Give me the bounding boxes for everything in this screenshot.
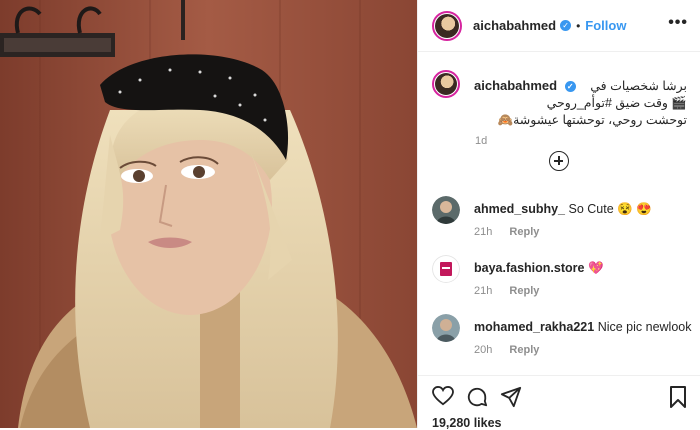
comment-body: mohamed_rakha221 Nice pic newlook (474, 320, 691, 334)
author-avatar[interactable] (432, 10, 462, 41)
comment-time: 21h (474, 226, 493, 238)
commenter-avatar[interactable] (432, 196, 460, 224)
follow-button[interactable]: Follow (585, 18, 626, 33)
caption-line-3: توحشت روحي، توحشتها عيشوشة🙈 (497, 113, 688, 127)
more-options-icon[interactable]: ••• (668, 14, 688, 32)
selfie-image (0, 0, 417, 428)
header-separator: • (576, 18, 581, 33)
post-sidebar: aichabahmed ✓ • Follow ••• aichabahmed ✓… (417, 0, 700, 430)
caption-line-1: برشا شخصيات في (590, 79, 687, 93)
load-more-plus-icon[interactable] (549, 151, 569, 171)
comment-body: ahmed_subhy_ So Cute 😵 😍 (474, 202, 652, 217)
comment-username[interactable]: baya.fashion.store (474, 261, 584, 275)
comment-meta: 21h Reply (474, 285, 553, 297)
comment-text: So Cute 😵 😍 (568, 202, 652, 216)
comment-meta: 21h Reply (474, 226, 553, 238)
verified-badge-icon: ✓ (560, 20, 572, 31)
comment-username[interactable]: ahmed_subhy_ (474, 202, 565, 216)
comment-body: baya.fashion.store 💖 (474, 261, 604, 276)
reply-button[interactable]: Reply (509, 226, 539, 238)
reply-button[interactable]: Reply (509, 285, 539, 297)
comment-time: 21h (474, 285, 493, 297)
comment-text: Nice pic newlook (597, 320, 692, 334)
caption-line-2: 🎬 وقت ضيق #توأم_روحي (546, 96, 687, 110)
author-username[interactable]: aichabahmed (473, 18, 556, 33)
caption-avatar[interactable] (432, 70, 460, 98)
heart-icon[interactable] (432, 385, 454, 411)
reply-button[interactable]: Reply (509, 344, 539, 356)
post-time: 1d (475, 135, 488, 147)
comment-icon[interactable] (466, 386, 488, 413)
post-actions: 19,280 likes (418, 375, 700, 430)
post-photo (0, 0, 417, 428)
post-header: aichabahmed ✓ • Follow ••• (418, 0, 700, 52)
comment-time: 20h (474, 344, 493, 356)
comment-meta: 20h Reply (474, 344, 553, 356)
comment-username[interactable]: mohamed_rakha221 (474, 320, 594, 334)
share-icon[interactable] (500, 386, 522, 413)
caption-text: برشا شخصيات في 🎬 وقت ضيق #توأم_روحي توحش… (498, 78, 688, 129)
comment-text: 💖 (587, 261, 604, 275)
bookmark-icon[interactable] (669, 386, 687, 413)
commenter-avatar[interactable] (432, 255, 460, 283)
commenter-avatar[interactable] (432, 314, 460, 342)
